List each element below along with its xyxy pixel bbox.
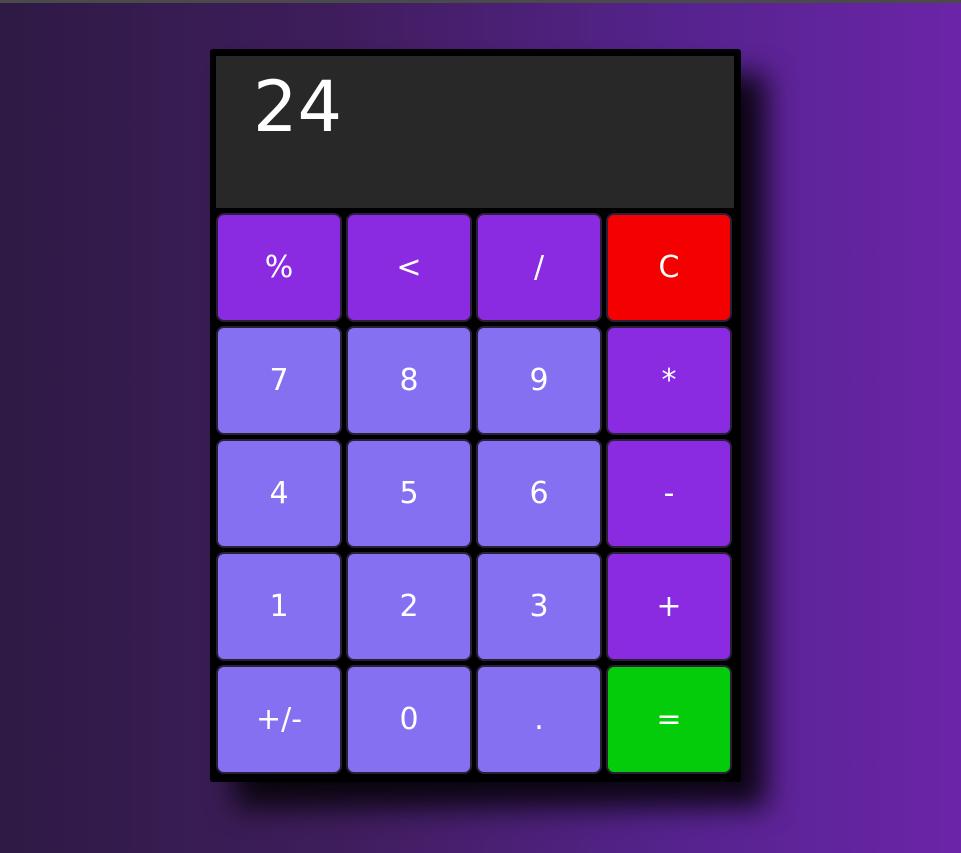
calculator-display: 24 [216, 56, 734, 208]
browser-top-bar [0, 0, 961, 3]
calculator: 24 % < / C 7 8 9 * 4 5 6 - 1 2 3 + +/- 0… [210, 49, 741, 782]
digit-2-button[interactable]: 2 [346, 552, 472, 661]
digit-0-button[interactable]: 0 [346, 665, 472, 774]
digit-7-button[interactable]: 7 [216, 326, 342, 435]
backspace-button[interactable]: < [346, 213, 472, 322]
digit-1-button[interactable]: 1 [216, 552, 342, 661]
digit-4-button[interactable]: 4 [216, 439, 342, 548]
digit-5-button[interactable]: 5 [346, 439, 472, 548]
digit-9-button[interactable]: 9 [476, 326, 602, 435]
decimal-button[interactable]: . [476, 665, 602, 774]
digit-3-button[interactable]: 3 [476, 552, 602, 661]
equals-button[interactable]: = [606, 665, 732, 774]
toggle-sign-button[interactable]: +/- [216, 665, 342, 774]
digit-6-button[interactable]: 6 [476, 439, 602, 548]
add-button[interactable]: + [606, 552, 732, 661]
percent-button[interactable]: % [216, 213, 342, 322]
subtract-button[interactable]: - [606, 439, 732, 548]
divide-button[interactable]: / [476, 213, 602, 322]
multiply-button[interactable]: * [606, 326, 732, 435]
clear-button[interactable]: C [606, 213, 732, 322]
digit-8-button[interactable]: 8 [346, 326, 472, 435]
keypad: % < / C 7 8 9 * 4 5 6 - 1 2 3 + +/- 0 . … [216, 213, 734, 775]
